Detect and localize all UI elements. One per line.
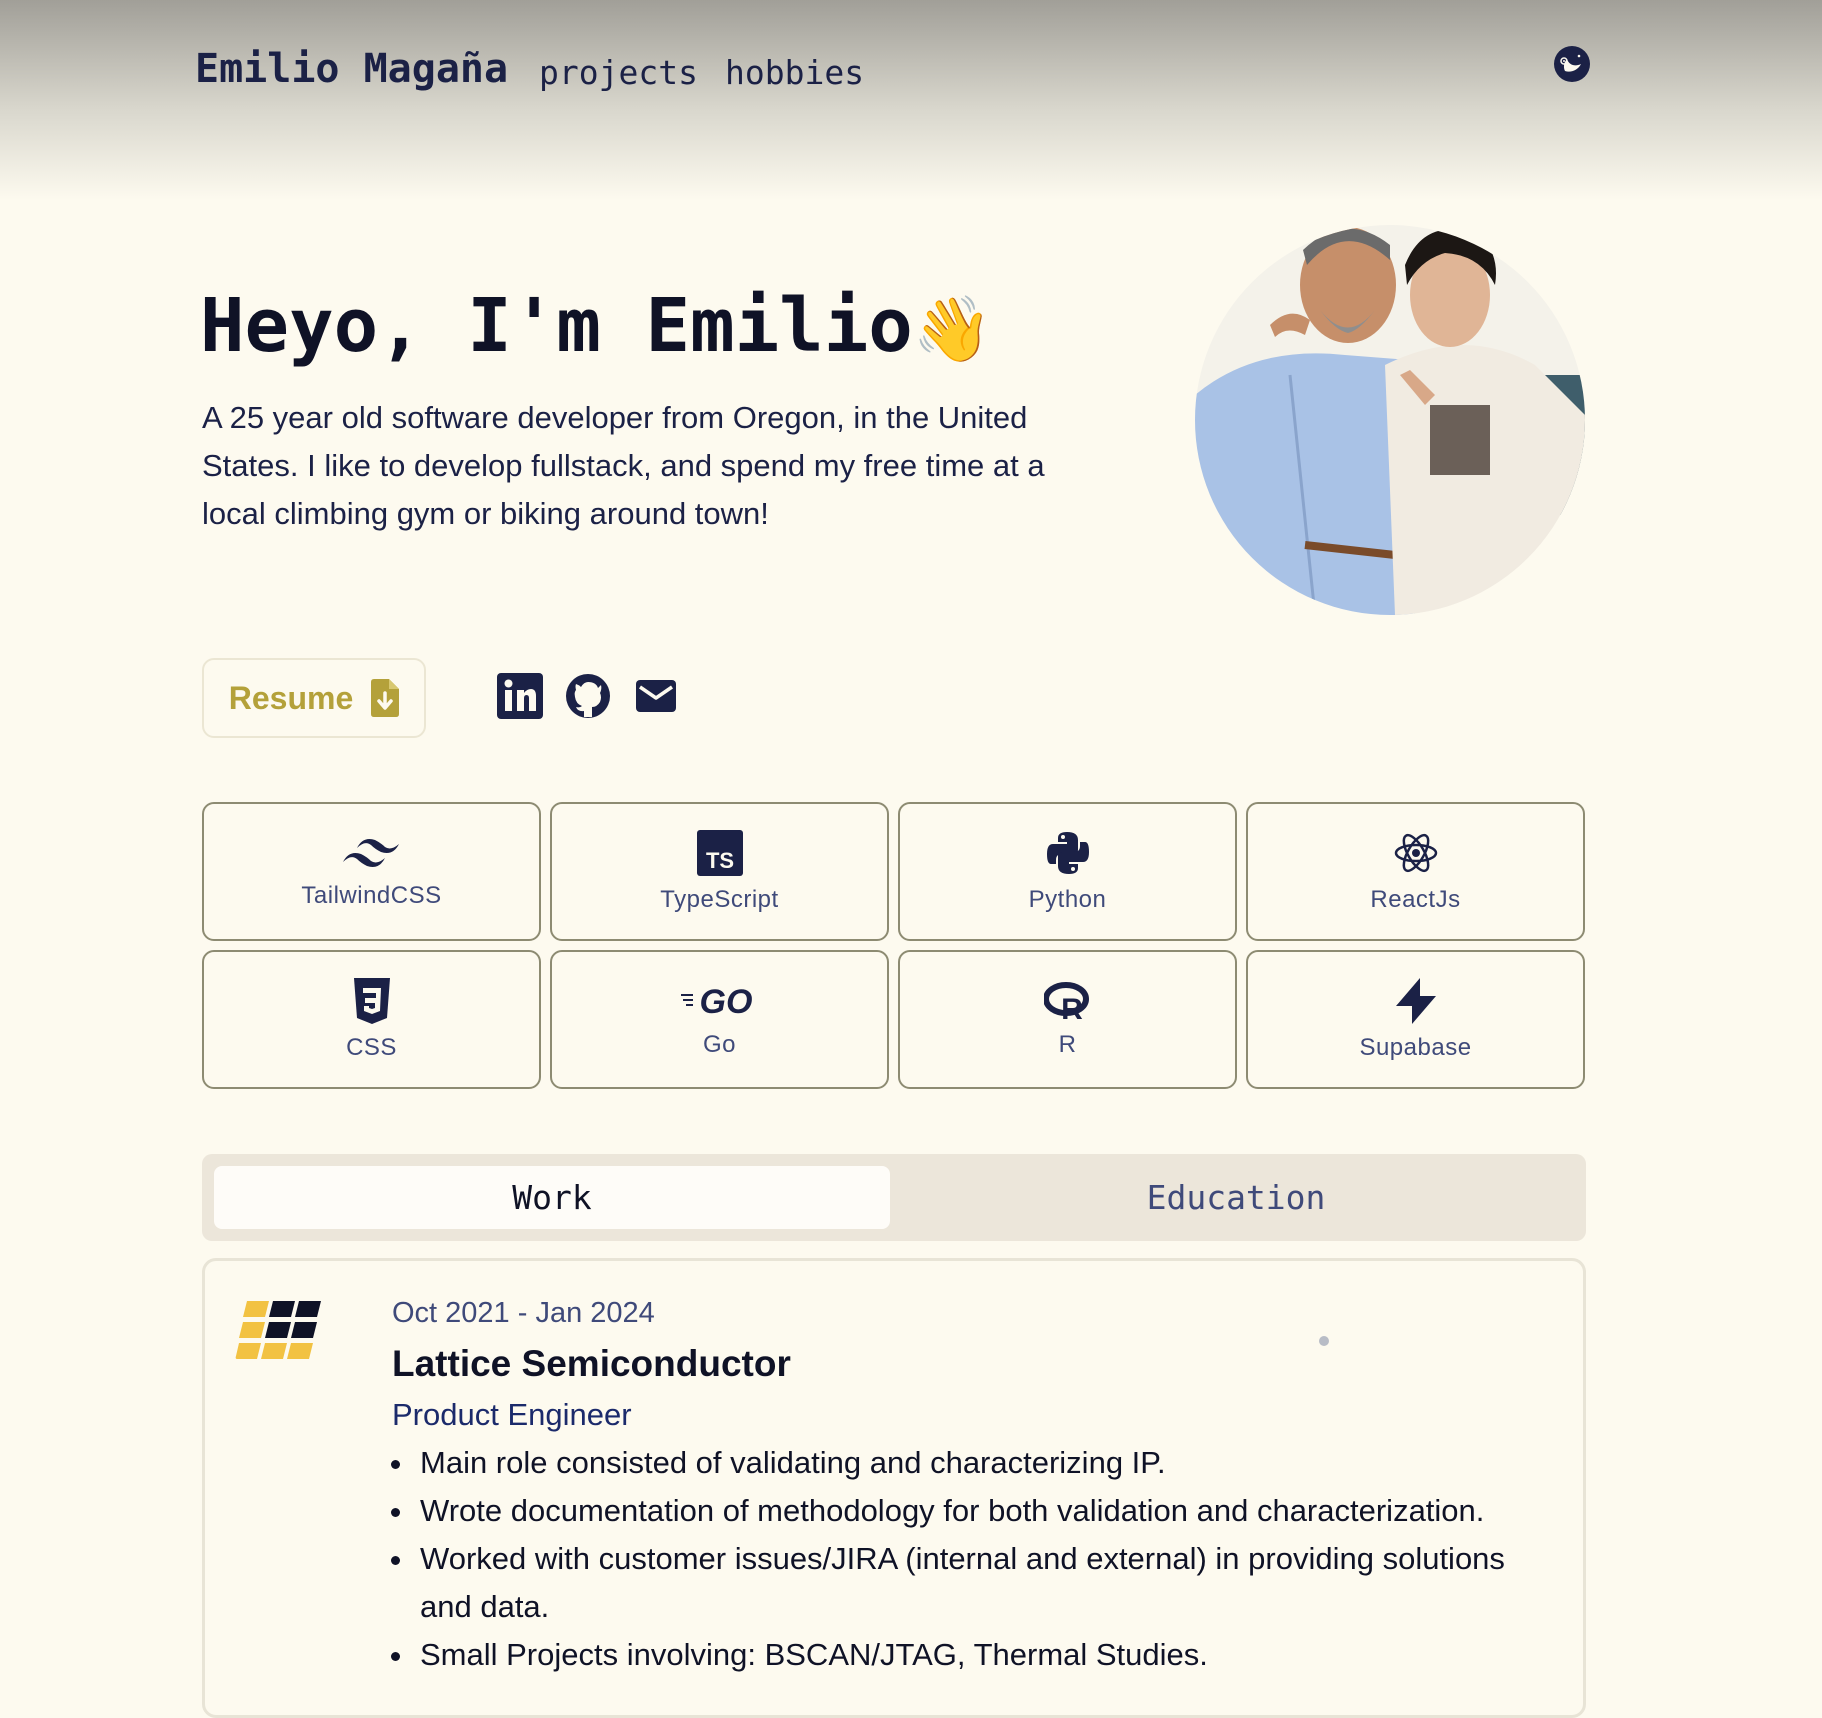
experience-tabs: Work Education xyxy=(202,1154,1586,1241)
resume-download-button[interactable]: Resume xyxy=(202,658,426,738)
hero-description: A 25 year old software developer from Or… xyxy=(202,400,1045,531)
file-download-icon xyxy=(371,679,400,717)
carousel-dot[interactable] xyxy=(1319,1336,1329,1346)
job-responsibilities: Main role consisted of validating and ch… xyxy=(416,1439,1556,1679)
go-icon: GO xyxy=(680,983,752,1021)
resume-label: Resume xyxy=(228,679,354,716)
skill-label: TypeScript xyxy=(660,885,779,913)
hero-title-text: Heyo, I'm Emilio xyxy=(200,283,913,369)
skill-card-python: Python xyxy=(898,802,1237,941)
list-item: Main role consisted of validating and ch… xyxy=(416,1439,1556,1487)
skill-label: Python xyxy=(1028,885,1107,913)
site-brand-link[interactable]: Emilio Magaña xyxy=(195,46,508,92)
css-icon xyxy=(353,977,390,1024)
list-item: Worked with customer issues/JIRA (intern… xyxy=(416,1535,1556,1631)
skill-label: R xyxy=(1058,1030,1077,1058)
skill-card-go: GO Go xyxy=(550,950,889,1089)
moon-stars-icon xyxy=(1554,46,1590,82)
linkedin-icon xyxy=(497,673,543,719)
tab-work[interactable]: Work xyxy=(214,1166,890,1229)
nav-link-hobbies[interactable]: hobbies xyxy=(725,53,864,92)
tailwind-icon xyxy=(342,838,399,867)
lattice-semiconductor-logo xyxy=(235,1301,321,1359)
skill-label: Go xyxy=(702,1030,736,1058)
python-icon xyxy=(1046,831,1089,874)
github-link[interactable] xyxy=(564,672,612,720)
skills-grid: TailwindCSS TS TypeScript Python ReactJs xyxy=(202,802,1586,1089)
skill-label: ReactJs xyxy=(1370,885,1461,913)
skill-card-r: R R xyxy=(898,950,1237,1089)
skill-card-reactjs: ReactJs xyxy=(1246,802,1585,941)
job-role: Product Engineer xyxy=(392,1397,632,1432)
skill-card-tailwindcss: TailwindCSS xyxy=(202,802,541,941)
svg-text:GO: GO xyxy=(699,983,752,1021)
tab-education[interactable]: Education xyxy=(898,1166,1574,1229)
list-item: Wrote documentation of methodology for b… xyxy=(416,1487,1556,1535)
top-navigation-bar xyxy=(0,0,1822,200)
linkedin-link[interactable] xyxy=(496,672,544,720)
email-link[interactable] xyxy=(632,672,680,720)
svg-text:TS: TS xyxy=(705,848,733,873)
waving-hand-icon: 👋 xyxy=(912,293,993,367)
skill-card-css: CSS xyxy=(202,950,541,1089)
react-icon xyxy=(1394,833,1437,872)
list-item: Small Projects involving: BSCAN/JTAG, Th… xyxy=(416,1631,1556,1679)
github-icon xyxy=(566,674,610,718)
typescript-icon: TS xyxy=(696,829,743,876)
mail-icon xyxy=(636,680,676,712)
profile-photo xyxy=(1195,225,1585,615)
skill-label: CSS xyxy=(346,1033,397,1061)
job-dates: Oct 2021 - Jan 2024 xyxy=(392,1297,655,1329)
theme-toggle-button[interactable] xyxy=(1552,44,1592,84)
hero-title: Heyo, I'm Emilio👋 xyxy=(200,283,993,369)
skill-card-typescript: TS TypeScript xyxy=(550,802,889,941)
r-icon: R xyxy=(1043,981,1089,1021)
skill-card-supabase: Supabase xyxy=(1246,950,1585,1089)
job-card: Oct 2021 - Jan 2024 Lattice Semiconducto… xyxy=(202,1258,1586,1718)
supabase-icon xyxy=(1395,977,1436,1024)
skill-label: TailwindCSS xyxy=(301,881,442,909)
skill-label: Supabase xyxy=(1359,1033,1472,1061)
job-company: Lattice Semiconductor xyxy=(392,1343,791,1384)
svg-text:R: R xyxy=(1061,993,1083,1021)
nav-link-projects[interactable]: projects xyxy=(539,53,698,92)
